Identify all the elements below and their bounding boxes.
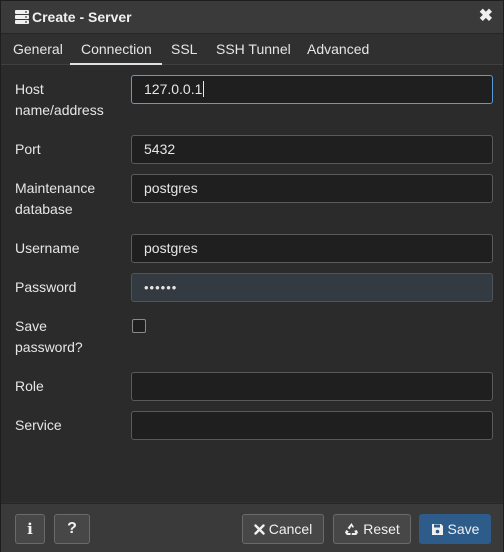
reset-label: Reset bbox=[363, 521, 400, 537]
reset-button[interactable]: Reset bbox=[333, 514, 411, 544]
username-label: Username bbox=[15, 240, 80, 256]
service-input[interactable] bbox=[131, 411, 493, 440]
tab-connection[interactable]: Connection bbox=[70, 41, 162, 66]
recycle-icon bbox=[345, 523, 359, 535]
floppy-disk-icon bbox=[431, 523, 443, 535]
port-label: Port bbox=[15, 141, 41, 157]
info-icon: i bbox=[27, 520, 33, 538]
save-button[interactable]: Save bbox=[419, 514, 491, 544]
tab-bar: General Connection SSL SSH Tunnel Advanc… bbox=[1, 34, 503, 66]
close-icon[interactable]: ✖ bbox=[479, 6, 493, 26]
host-input[interactable]: 127.0.0.1 bbox=[131, 75, 493, 104]
cancel-button[interactable]: Cancel bbox=[242, 514, 324, 544]
info-button[interactable]: i bbox=[15, 514, 45, 544]
dialog-titlebar[interactable]: Create - Server ✖ bbox=[1, 1, 503, 34]
password-input[interactable]: •••••• bbox=[131, 273, 493, 302]
tab-general[interactable]: General bbox=[13, 41, 63, 57]
help-icon: ? bbox=[67, 520, 77, 537]
maintenance-db-value: postgres bbox=[144, 180, 198, 196]
dialog-title: Create - Server bbox=[32, 9, 132, 25]
service-label: Service bbox=[15, 417, 62, 433]
connection-form: Host name/address 127.0.0.1 Port 5432 Ma… bbox=[1, 65, 503, 502]
role-input[interactable] bbox=[131, 372, 493, 401]
password-value: •••••• bbox=[144, 280, 178, 295]
maintenance-db-input[interactable]: postgres bbox=[131, 174, 493, 203]
password-label: Password bbox=[15, 279, 77, 295]
host-value: 127.0.0.1 bbox=[144, 81, 203, 97]
tab-ssh-tunnel[interactable]: SSH Tunnel bbox=[216, 41, 291, 57]
save-password-label: Save password? bbox=[15, 318, 83, 355]
port-value: 5432 bbox=[144, 141, 176, 157]
create-server-dialog: Create - Server ✖ General Connection SSL… bbox=[0, 0, 504, 552]
text-caret bbox=[203, 81, 205, 97]
port-input[interactable]: 5432 bbox=[131, 135, 493, 164]
host-label: Host name/address bbox=[15, 81, 104, 118]
dialog-footer: i ? Cancel Reset Save bbox=[1, 503, 503, 552]
username-value: postgres bbox=[144, 240, 198, 256]
server-icon bbox=[15, 10, 29, 24]
maintenance-db-label: Maintenance database bbox=[15, 180, 96, 217]
save-label: Save bbox=[447, 521, 480, 537]
role-label: Role bbox=[15, 378, 44, 394]
tab-advanced[interactable]: Advanced bbox=[307, 41, 369, 57]
times-icon bbox=[254, 523, 265, 535]
help-button[interactable]: ? bbox=[54, 514, 90, 544]
tab-ssl[interactable]: SSL bbox=[171, 41, 197, 57]
cancel-label: Cancel bbox=[268, 521, 313, 537]
username-input[interactable]: postgres bbox=[131, 234, 493, 263]
save-password-checkbox[interactable] bbox=[132, 319, 146, 333]
